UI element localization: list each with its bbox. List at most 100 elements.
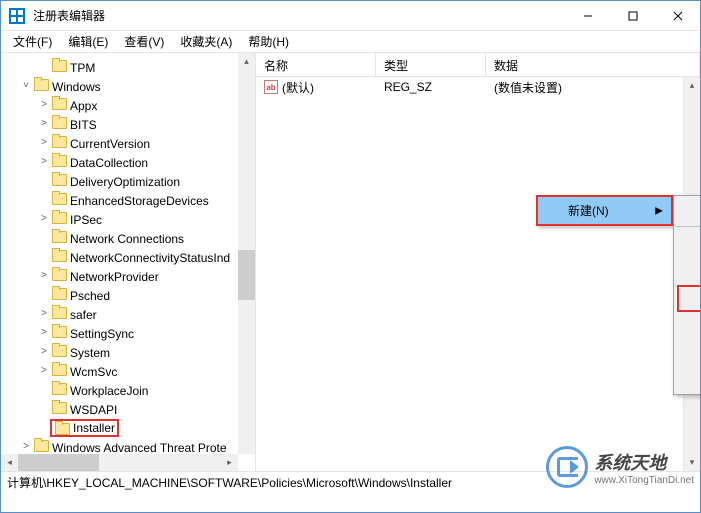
folder-icon (51, 324, 67, 338)
tree-twisty-icon[interactable]: > (37, 212, 51, 226)
scrollbar-thumb[interactable] (238, 250, 255, 300)
close-button[interactable] (655, 1, 700, 30)
folder-icon (51, 191, 67, 205)
tree-twisty-icon[interactable] (37, 60, 51, 74)
tree-scrollbar-horizontal[interactable]: ◂ ▸ (1, 454, 238, 471)
tree-item[interactable]: >safer (1, 304, 255, 323)
tree-twisty-icon[interactable]: ˅ (19, 79, 33, 93)
col-type[interactable]: 类型 (376, 53, 486, 76)
folder-icon (51, 96, 67, 110)
scroll-down-button[interactable]: ▾ (684, 454, 700, 471)
folder-icon (51, 400, 67, 414)
menu-edit[interactable]: 编辑(E) (60, 30, 116, 53)
minimize-button[interactable] (565, 1, 610, 30)
tree-item[interactable]: WSDAPI (1, 399, 255, 418)
tree-item[interactable]: TPM (1, 57, 255, 76)
context-menu-new: 新建(N) ▶ (536, 195, 673, 226)
tree-item-label: WSDAPI (70, 403, 117, 417)
menu-separator (675, 226, 700, 227)
tree-item-label: System (70, 346, 110, 360)
tree-item-label: Appx (70, 99, 97, 113)
window-controls (565, 1, 700, 30)
ctx-item[interactable]: QWORD (64 位)值(Q) (674, 313, 700, 340)
tree-panel: TPM˅Windows>Appx>BITS>CurrentVersion>Dat… (1, 53, 256, 471)
tree-item-label: Windows Advanced Threat Prote (52, 441, 227, 455)
folder-icon (51, 286, 67, 300)
tree-twisty-icon[interactable]: > (37, 345, 51, 359)
tree-item[interactable]: >NetworkProvider (1, 266, 255, 285)
tree-item-label: NetworkConnectivityStatusInd (70, 251, 230, 265)
maximize-button[interactable] (610, 1, 655, 30)
menu-file[interactable]: 文件(F) (5, 30, 60, 53)
tree-twisty-icon[interactable]: > (37, 307, 51, 321)
folder-icon (51, 153, 67, 167)
scroll-up-button[interactable]: ▴ (684, 77, 700, 94)
tree-twisty-icon[interactable]: > (37, 326, 51, 340)
ctx-item[interactable]: DWORD (32 位)值(D) (677, 285, 700, 312)
tree-twisty-icon[interactable] (37, 383, 51, 397)
tree-item[interactable]: Network Connections (1, 228, 255, 247)
tree-item[interactable]: > Appx (1, 95, 255, 114)
tree-twisty-icon[interactable] (37, 288, 51, 302)
scroll-right-button[interactable]: ▸ (221, 454, 238, 471)
tree-item[interactable]: ˅ Windows (1, 76, 255, 95)
tree-item[interactable]: WorkplaceJoin (1, 380, 255, 399)
folder-icon (51, 305, 67, 319)
scrollbar-thumb-h[interactable] (18, 454, 99, 471)
col-data[interactable]: 数据 (486, 53, 700, 76)
tree-item-label: Installer (73, 421, 115, 435)
tree-item[interactable]: >CurrentVersion (1, 133, 255, 152)
ctx-item[interactable]: 项(K) (674, 196, 700, 223)
tree-item[interactable]: >WcmSvc (1, 361, 255, 380)
folder-icon (51, 210, 67, 224)
tree-item[interactable]: > DataCollection (1, 152, 255, 171)
tree-item[interactable]: Psched (1, 285, 255, 304)
tree-twisty-icon[interactable]: > (37, 155, 51, 169)
menu-help[interactable]: 帮助(H) (240, 30, 297, 53)
tree-item-label: DataCollection (70, 156, 148, 170)
tree-item-label: Psched (70, 289, 110, 303)
tree-item[interactable]: Installer (1, 418, 255, 437)
cell-data: (数值未设置) (486, 77, 700, 98)
tree-twisty-icon[interactable]: > (37, 98, 51, 112)
scroll-left-button[interactable]: ◂ (1, 454, 18, 471)
scroll-up-button[interactable]: ▴ (238, 53, 255, 70)
tree-twisty-icon[interactable]: > (19, 440, 33, 454)
tree-twisty-icon[interactable]: > (37, 136, 51, 150)
tree-item-label: Windows (52, 80, 101, 94)
tree-item[interactable]: EnhancedStorageDevices (1, 190, 255, 209)
tree-twisty-icon[interactable] (37, 174, 51, 188)
tree-item[interactable]: >SettingSync (1, 323, 255, 342)
ctx-item[interactable]: 多字符串值(M) (674, 340, 700, 367)
tree-twisty-icon[interactable] (37, 231, 51, 245)
ctx-new[interactable]: 新建(N) ▶ (538, 197, 671, 224)
folder-icon (51, 381, 67, 395)
folder-icon (51, 362, 67, 376)
tree-item[interactable]: > System (1, 342, 255, 361)
ctx-item[interactable]: 字符串值(S) (674, 230, 700, 257)
tree-twisty-icon[interactable] (37, 421, 51, 435)
tree-twisty-icon[interactable] (37, 250, 51, 264)
menu-favorites[interactable]: 收藏夹(A) (172, 30, 240, 53)
tree-twisty-icon[interactable] (37, 193, 51, 207)
menu-view[interactable]: 查看(V) (116, 30, 172, 53)
list-body: ab (默认) REG_SZ (数值未设置) (256, 77, 700, 97)
ctx-item[interactable]: 二进制值(B) (674, 257, 700, 284)
folder-icon (33, 77, 49, 91)
window-title: 注册表编辑器 (33, 7, 565, 24)
ctx-item[interactable]: 可扩充字符串值(E) (674, 367, 700, 394)
tree-item-label: WorkplaceJoin (70, 384, 148, 398)
tree-twisty-icon[interactable]: > (37, 269, 51, 283)
col-name[interactable]: 名称 (256, 53, 376, 76)
tree-item[interactable]: >BITS (1, 114, 255, 133)
tree-item[interactable]: NetworkConnectivityStatusInd (1, 247, 255, 266)
tree-item[interactable]: >IPSec (1, 209, 255, 228)
tree-twisty-icon[interactable]: > (37, 364, 51, 378)
folder-icon (51, 229, 67, 243)
list-row[interactable]: ab (默认) REG_SZ (数值未设置) (256, 77, 700, 97)
tree-twisty-icon[interactable] (37, 402, 51, 416)
folder-icon (51, 134, 67, 148)
tree-twisty-icon[interactable]: > (37, 117, 51, 131)
tree-scrollbar-vertical[interactable]: ▴ (238, 53, 255, 454)
tree-item[interactable]: DeliveryOptimization (1, 171, 255, 190)
